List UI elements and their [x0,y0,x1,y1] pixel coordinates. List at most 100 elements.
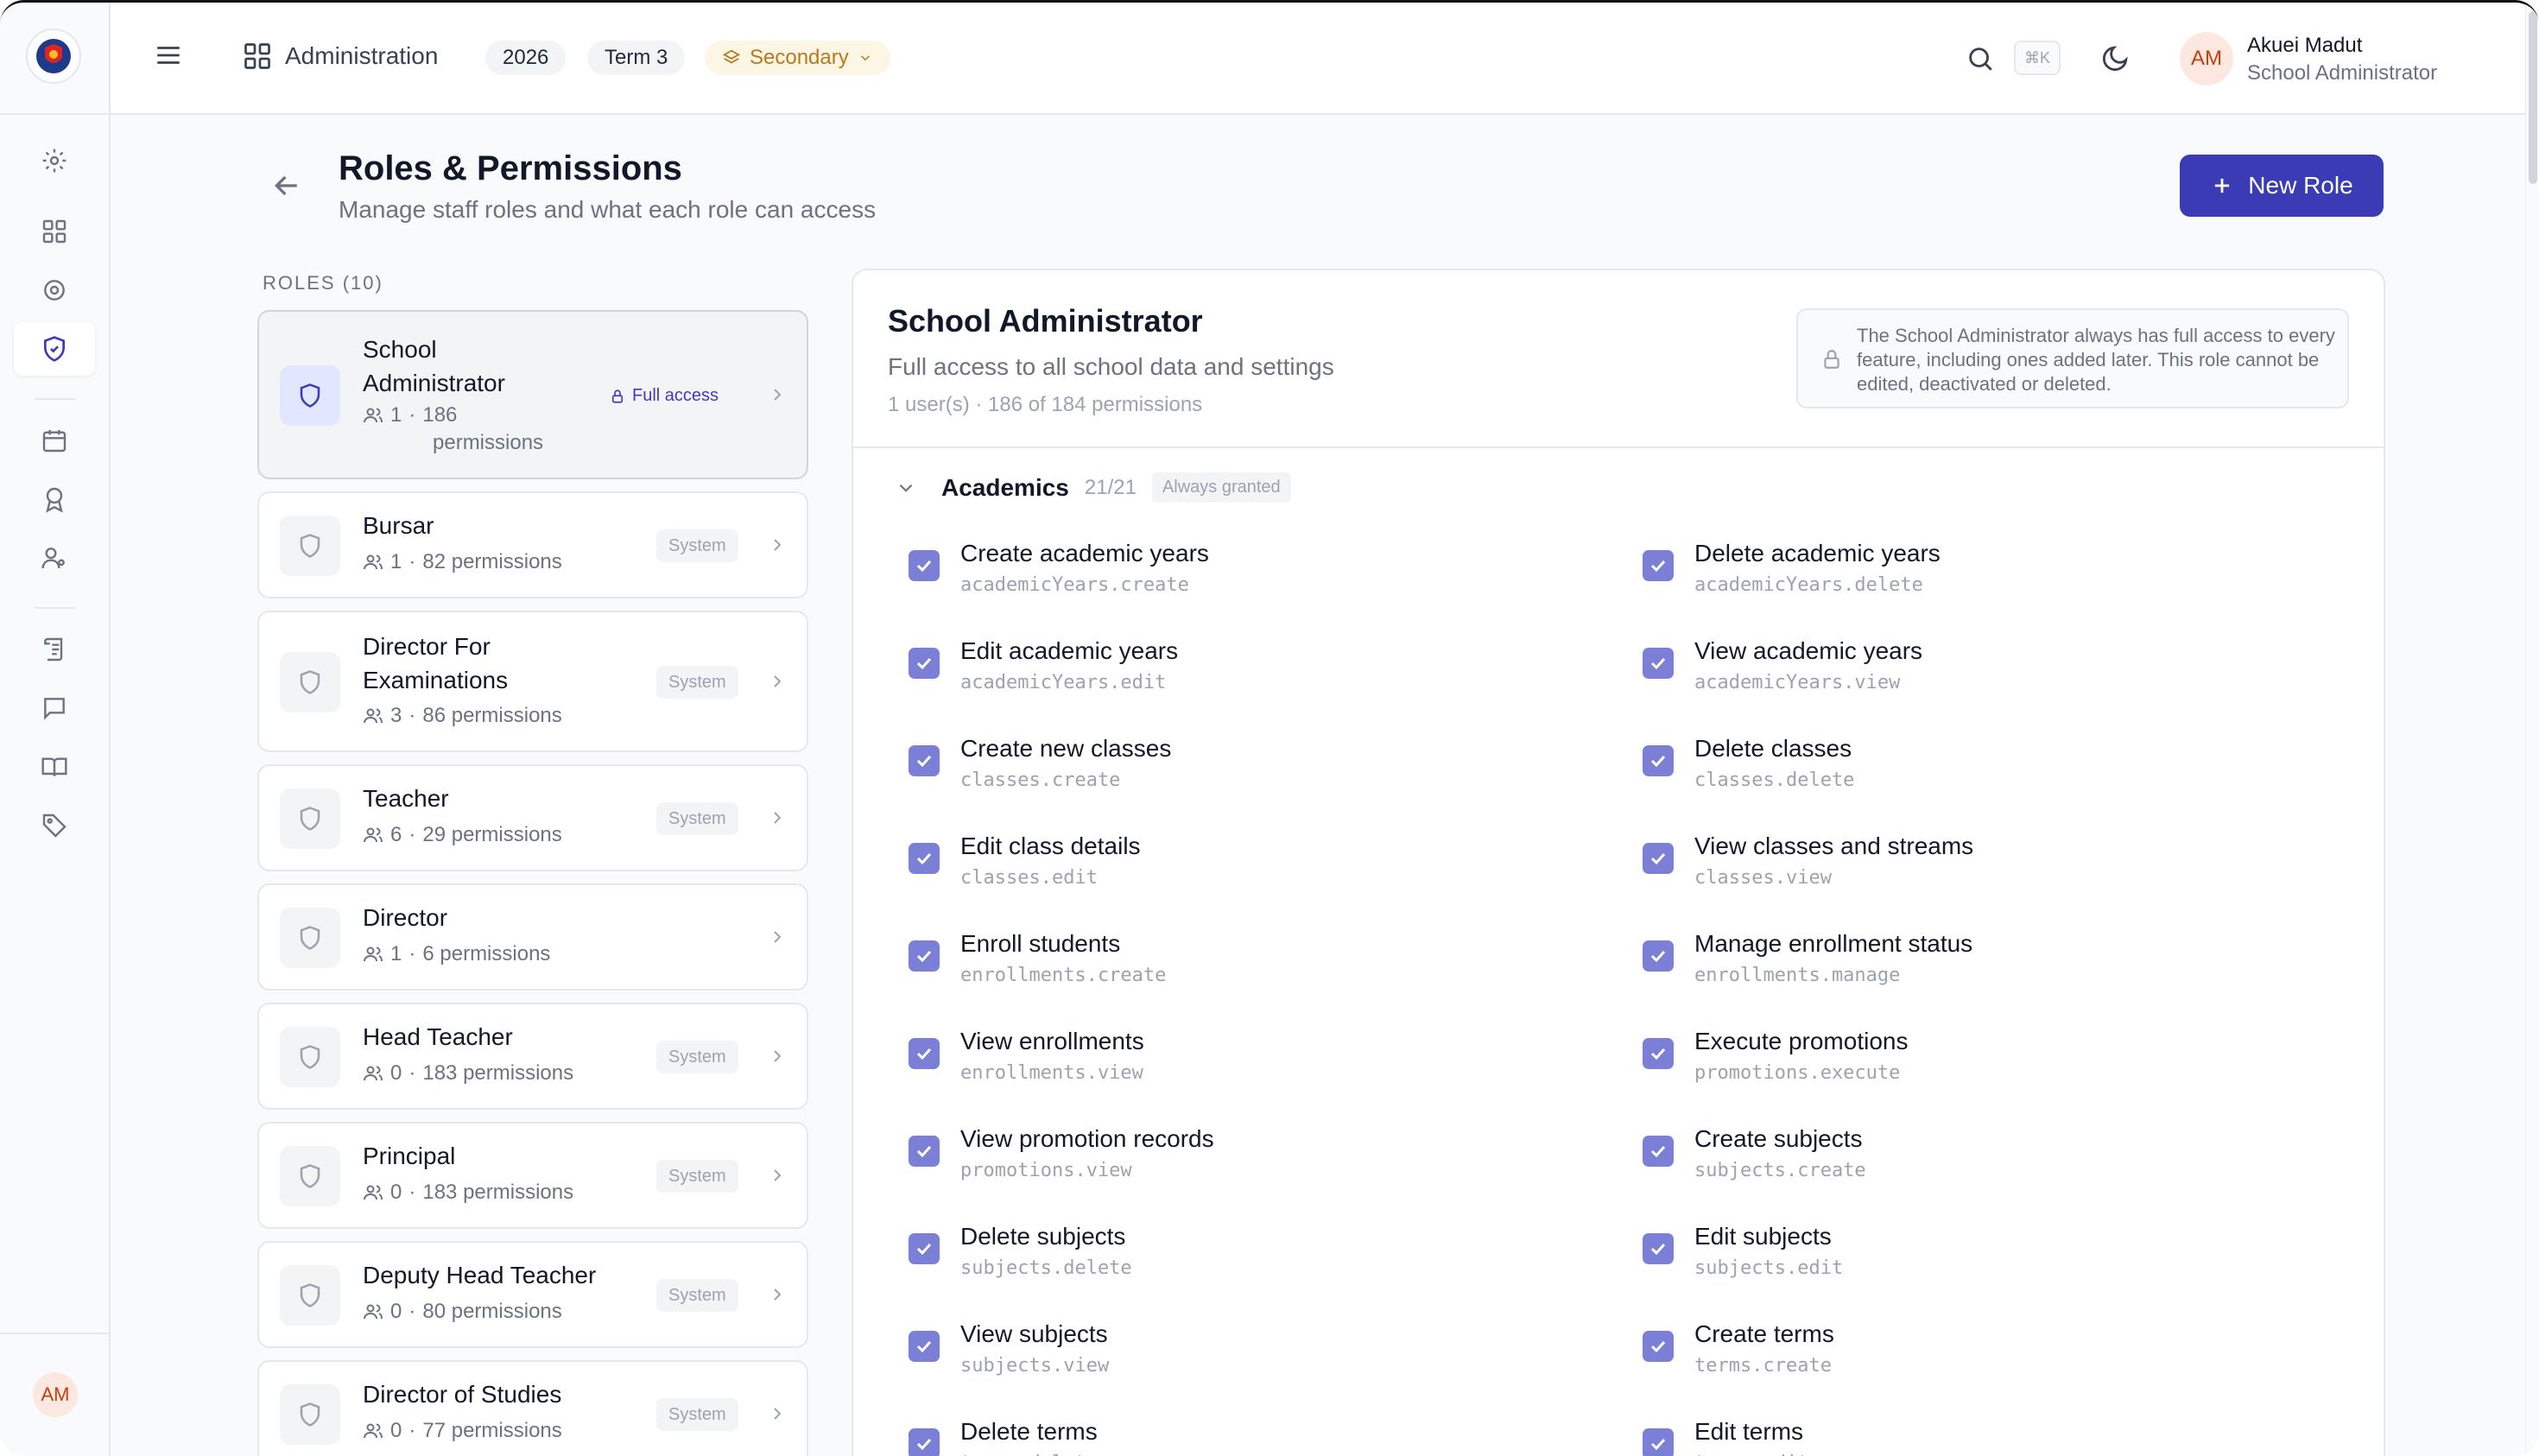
user-avatar[interactable]: AM [2180,32,2233,85]
check-icon [916,1340,932,1353]
permission-label: View promotion records [960,1125,1214,1152]
chevron-right-icon [767,384,788,409]
role-permission-count-line2: permissions [433,431,544,454]
year-badge[interactable]: 2026 [485,41,567,75]
role-card-head-teacher[interactable]: Head Teacher 0 · 183 permissions System [257,1003,808,1110]
book-icon[interactable] [35,747,74,787]
permission-key: subjects.delete [960,1257,1132,1279]
permission-checkbox[interactable] [1643,648,1674,679]
permission-checkbox[interactable] [909,940,940,972]
permission-checkbox[interactable] [1643,1136,1674,1167]
system-badge: System [656,1398,738,1431]
level-selector[interactable]: Secondary [705,41,890,75]
role-permission-count: 186 [422,403,458,427]
role-detail-title: School Administrator [888,303,1203,339]
permission-item[interactable]: Delete subjects subjects.delete [909,1223,1565,1283]
moon-icon[interactable] [2100,44,2130,78]
permission-key: subjects.view [960,1355,1110,1377]
role-meta: 0 · 77 permissions [363,1419,562,1443]
permission-checkbox[interactable] [909,1233,940,1264]
permission-item[interactable]: Create new classes classes.create [909,735,1565,795]
full-access-badge: Full access [610,386,719,406]
permission-key: terms.create [1694,1355,1832,1377]
new-role-button[interactable]: New Role [2180,155,2384,217]
permission-label: Enroll students [960,930,1121,957]
permission-checkbox[interactable] [1643,1233,1674,1264]
school-logo[interactable] [26,28,81,84]
permission-checkbox[interactable] [909,745,940,776]
permission-item[interactable]: Delete academic years academicYears.delet… [1643,540,2299,600]
role-card-principal[interactable]: Principal 0 · 183 permissions System [257,1122,808,1229]
permission-item[interactable]: Edit academic years academicYears.edit [909,637,1565,698]
permission-item[interactable]: Edit subjects subjects.edit [1643,1223,2299,1283]
search-icon[interactable] [1966,44,1995,78]
scroll-icon[interactable] [35,630,74,669]
scrollbar-track[interactable] [2525,3,2539,1456]
permission-label: Delete subjects [960,1223,1126,1250]
back-arrow-icon[interactable] [269,168,304,207]
chevron-down-icon[interactable] [895,477,917,499]
user-settings-icon[interactable] [35,538,74,578]
role-card-deputy-head-teacher[interactable]: Deputy Head Teacher 0 · 80 permissions Sys… [257,1241,808,1348]
dashboard-icon[interactable] [35,212,74,251]
permission-item[interactable]: View academic years academicYears.view [1643,637,2299,698]
page-title: Roles & Permissions [339,149,682,187]
permission-item[interactable]: Create academic years academicYears.creat… [909,540,1565,600]
gear-icon[interactable] [35,270,74,310]
permission-item[interactable]: Delete terms terms.delete [909,1418,1565,1456]
role-card-teacher[interactable]: Teacher 6 · 29 permissions System [257,764,808,871]
permission-checkbox[interactable] [909,1038,940,1069]
role-name: Deputy Head Teacher [363,1262,597,1288]
permission-checkbox[interactable] [1643,550,1674,581]
settings-icon[interactable] [35,141,74,180]
notice-text: The School Administrator always has full… [1857,325,2335,395]
tag-icon[interactable] [35,806,74,845]
permission-item[interactable]: View enrollments enrollments.view [909,1028,1565,1088]
role-user-count: 3 [390,704,402,727]
permission-item[interactable]: Create terms terms.create [1643,1320,2299,1381]
term-badge[interactable]: Term 3 [587,41,686,75]
permission-item[interactable]: Manage enrollment status enrollments.mana… [1643,930,2299,991]
role-card-bursar[interactable]: Bursar 1 · 82 permissions System [257,491,808,598]
menu-icon[interactable] [154,41,183,74]
permission-checkbox[interactable] [1643,745,1674,776]
permission-checkbox[interactable] [1643,1331,1674,1362]
permission-item[interactable]: Create subjects subjects.create [1643,1125,2299,1186]
permission-checkbox[interactable] [909,1428,940,1456]
permission-item[interactable]: Edit terms terms.edit [1643,1418,2299,1456]
permission-item[interactable]: View promotion records promotions.view [909,1125,1565,1186]
permission-checkbox[interactable] [1643,940,1674,972]
role-meta: 0 · 183 permissions [363,1061,573,1086]
role-card-director-for-examinations[interactable]: Director For Examinations 3 · 86 permissio… [257,611,808,752]
permission-checkbox[interactable] [909,1331,940,1362]
meta-separator: · [408,550,416,573]
role-card-director-of-studies[interactable]: Director of Studies 0 · 77 permissions Sys… [257,1360,808,1456]
message-icon[interactable] [35,688,74,728]
full-access-label: Full access [632,386,719,405]
permission-checkbox[interactable] [1643,1428,1674,1456]
permission-item[interactable]: Enroll students enrollments.create [909,930,1565,991]
sidebar-avatar[interactable]: AM [33,1372,78,1417]
permission-item[interactable]: View classes and streams classes.view [1643,832,2299,893]
user-name[interactable]: Akuei Madut [2247,34,2362,58]
award-icon[interactable] [35,479,74,519]
permission-checkbox[interactable] [1643,1038,1674,1069]
permission-checkbox[interactable] [909,1136,940,1167]
section-header-academics[interactable]: Academics 21/21 Always granted [895,472,1291,503]
permission-item[interactable]: View subjects subjects.view [909,1320,1565,1381]
breadcrumb[interactable]: Administration [242,41,438,72]
roles-shield-icon[interactable] [14,322,95,376]
scrollbar-thumb[interactable] [2529,11,2537,184]
permission-checkbox[interactable] [1643,843,1674,874]
role-card-school-administrator[interactable]: School Administrator 1 · 186 permissions… [257,310,808,479]
role-card-director[interactable]: Director 1 · 6 permissions [257,883,808,991]
check-icon [916,1243,932,1256]
permission-checkbox[interactable] [909,648,940,679]
permission-checkbox[interactable] [909,843,940,874]
permission-item[interactable]: Edit class details classes.edit [909,832,1565,893]
permission-item[interactable]: Execute promotions promotions.execute [1643,1028,2299,1088]
permission-checkbox[interactable] [909,550,940,581]
calendar-icon[interactable] [35,421,74,460]
permission-item[interactable]: Delete classes classes.delete [1643,735,2299,795]
meta-separator: · [408,942,416,965]
